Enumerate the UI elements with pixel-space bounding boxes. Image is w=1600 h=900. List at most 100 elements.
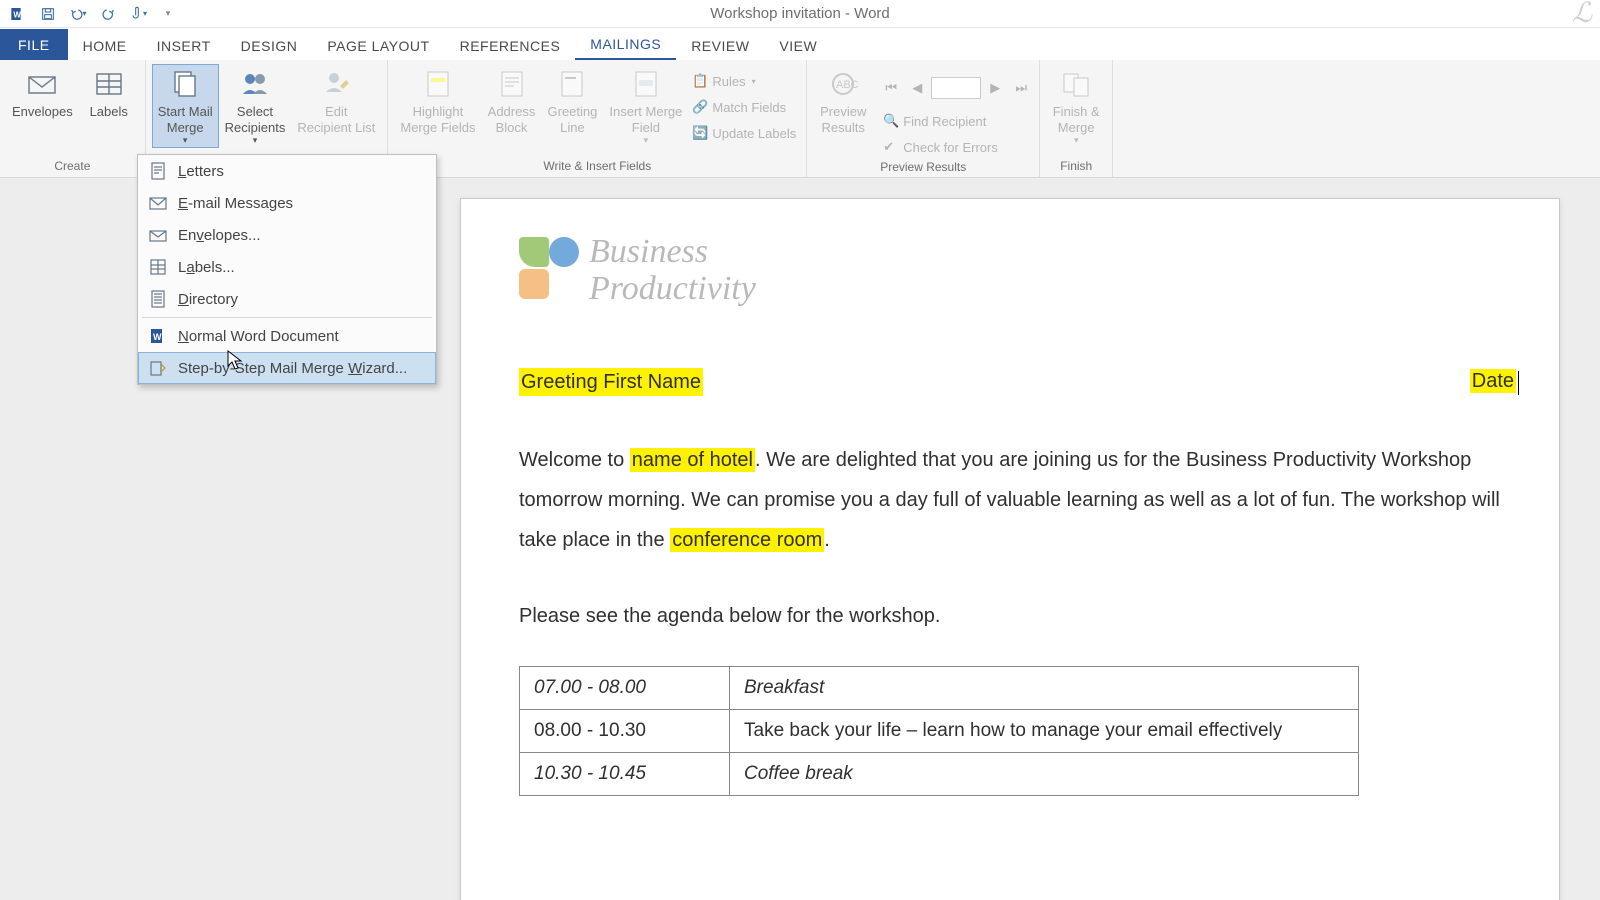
paragraph-1[interactable]: Welcome to name of hotel. We are delight… (519, 440, 1519, 560)
logo-text: Business Productivity (589, 233, 756, 308)
dropdown-wizard[interactable]: Step-by-Step Mail Merge Wizard... (138, 352, 436, 384)
quick-access-toolbar: W ▾ ▾ ▾ (0, 2, 182, 26)
tab-insert[interactable]: INSERT (142, 31, 226, 60)
check-icon: ✔ (883, 139, 899, 155)
wizard-icon (148, 358, 168, 378)
prev-record-icon[interactable]: ◀ (905, 76, 929, 100)
undo-icon[interactable]: ▾ (64, 2, 92, 26)
table-cell-time[interactable]: 07.00 - 08.00 (520, 666, 730, 709)
first-record-icon[interactable]: ⏮ (879, 76, 903, 100)
directory-icon (148, 289, 168, 309)
labels-icon (148, 257, 168, 277)
recipients-icon (237, 66, 273, 102)
email-icon (148, 193, 168, 213)
touch-mode-icon[interactable]: ▾ (124, 2, 152, 26)
date-placeholder[interactable]: Date (1470, 368, 1519, 396)
dropdown-letters[interactable]: Letters (138, 155, 436, 187)
dropdown-directory[interactable]: Directory (138, 283, 436, 315)
text-cursor (1518, 371, 1519, 395)
envelopes-icon (148, 225, 168, 245)
tab-page-layout[interactable]: PAGE LAYOUT (312, 31, 444, 60)
table-cell-item[interactable]: Coffee break (730, 752, 1359, 795)
greeting-placeholder[interactable]: Greeting First Name (519, 368, 703, 396)
table-cell-item[interactable]: Breakfast (730, 666, 1359, 709)
find-recipient-button[interactable]: 🔍Find Recipient (879, 108, 1033, 134)
labels-button[interactable]: Labels (79, 64, 139, 122)
tab-design[interactable]: DESIGN (226, 31, 313, 60)
rules-icon: 📋 (692, 73, 708, 89)
group-preview: ABC Preview Results ⏮ ◀ ▶ ⏭ 🔍Find Recipi… (807, 60, 1040, 177)
edit-recipient-list-button[interactable]: Edit Recipient List (291, 64, 381, 137)
envelopes-button[interactable]: Envelopes (6, 64, 79, 122)
tab-home[interactable]: HOME (68, 31, 142, 60)
next-record-icon[interactable]: ▶ (983, 76, 1007, 100)
hotel-placeholder[interactable]: name of hotel (630, 448, 755, 472)
tab-mailings[interactable]: MAILINGS (575, 29, 676, 60)
select-recipients-button[interactable]: Select Recipients ▾ (219, 64, 292, 148)
match-fields-button[interactable]: 🔗Match Fields (688, 94, 800, 120)
table-row[interactable]: 08.00 - 10.30 Take back your life – lear… (520, 709, 1359, 752)
finish-merge-button[interactable]: Finish & Merge ▾ (1046, 64, 1106, 148)
update-labels-icon: 🔄 (692, 125, 708, 141)
word-doc-icon: W (148, 326, 168, 346)
logo-shapes-icon (519, 235, 577, 305)
tab-view[interactable]: VIEW (764, 31, 832, 60)
start-mail-merge-icon (167, 66, 203, 102)
highlight-icon (420, 66, 456, 102)
word-app-icon[interactable]: W (4, 2, 32, 26)
rules-button[interactable]: 📋Rules▾ (688, 68, 800, 94)
group-write-label: Write & Insert Fields (543, 159, 651, 175)
record-number-input[interactable] (931, 77, 981, 99)
tab-references[interactable]: REFERENCES (445, 31, 576, 60)
find-icon: 🔍 (883, 113, 899, 129)
document-page[interactable]: Business Productivity Greeting First Nam… (460, 198, 1560, 900)
group-preview-label: Preview Results (880, 160, 966, 176)
last-record-icon[interactable]: ⏭ (1009, 76, 1033, 100)
save-icon[interactable] (34, 2, 62, 26)
greeting-line-button[interactable]: Greeting Line (542, 64, 604, 137)
dropdown-labels[interactable]: Labels... (138, 251, 436, 283)
preview-icon: ABC (825, 66, 861, 102)
finish-icon (1058, 66, 1094, 102)
group-create-label: Create (54, 159, 90, 175)
start-mail-merge-dropdown: Letters E-mail Messages Envelopes... Lab… (137, 154, 437, 385)
letters-icon (148, 161, 168, 181)
table-cell-time[interactable]: 08.00 - 10.30 (520, 709, 730, 752)
paragraph-2[interactable]: Please see the agenda below for the work… (519, 596, 1519, 636)
preview-results-button[interactable]: ABC Preview Results (813, 64, 873, 137)
check-errors-button[interactable]: ✔Check for Errors (879, 134, 1033, 160)
chevron-down-icon: ▾ (1074, 135, 1079, 146)
highlight-merge-fields-button[interactable]: Highlight Merge Fields (394, 64, 481, 137)
svg-text:W: W (153, 332, 162, 342)
signature-decoration: ℒ (1572, 0, 1592, 30)
dropdown-email[interactable]: E-mail Messages (138, 187, 436, 219)
insert-field-icon (628, 66, 664, 102)
customize-qat-icon[interactable]: ▾ (154, 2, 182, 26)
record-navigation: ⏮ ◀ ▶ ⏭ (879, 68, 1033, 108)
address-block-button[interactable]: Address Block (482, 64, 542, 137)
update-labels-button[interactable]: 🔄Update Labels (688, 120, 800, 146)
match-fields-icon: 🔗 (692, 99, 708, 115)
greeting-line-icon (554, 66, 590, 102)
table-cell-time[interactable]: 10.30 - 10.45 (520, 752, 730, 795)
group-finish-label: Finish (1060, 159, 1092, 175)
envelope-icon (24, 66, 60, 102)
company-logo: Business Productivity (519, 233, 1519, 308)
dropdown-normal-doc[interactable]: W Normal Word Document (138, 320, 436, 352)
group-finish: Finish & Merge ▾ Finish (1040, 60, 1113, 177)
group-write-insert: Highlight Merge Fields Address Block Gre… (388, 60, 807, 177)
redo-icon[interactable] (94, 2, 122, 26)
window-title: Workshop invitation - Word (710, 5, 890, 22)
start-mail-merge-button[interactable]: Start Mail Merge ▾ (152, 64, 219, 148)
table-row[interactable]: 10.30 - 10.45 Coffee break (520, 752, 1359, 795)
insert-merge-field-button[interactable]: Insert Merge Field ▾ (603, 64, 688, 148)
table-row[interactable]: 07.00 - 08.00 Breakfast (520, 666, 1359, 709)
table-cell-item[interactable]: Take back your life – learn how to manag… (730, 709, 1359, 752)
chevron-down-icon: ▾ (253, 135, 258, 146)
room-placeholder[interactable]: conference room (670, 528, 824, 552)
agenda-table[interactable]: 07.00 - 08.00 Breakfast 08.00 - 10.30 Ta… (519, 666, 1359, 796)
tab-file[interactable]: FILE (0, 29, 68, 60)
dropdown-separator (142, 317, 432, 318)
tab-review[interactable]: REVIEW (676, 31, 764, 60)
dropdown-envelopes[interactable]: Envelopes... (138, 219, 436, 251)
